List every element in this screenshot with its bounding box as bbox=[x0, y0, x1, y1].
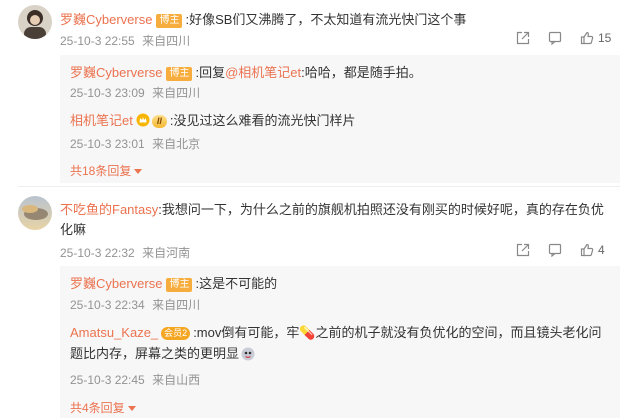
emoji-sticker-icon bbox=[241, 346, 255, 367]
view-more-replies-button[interactable]: 共4条回复 bbox=[70, 399, 136, 416]
more-replies-label: 共18条回复 bbox=[70, 164, 132, 178]
reply-text: :这是不可能的 bbox=[195, 276, 278, 291]
comment-time: 25-10-3 22:55 bbox=[60, 34, 135, 48]
comment-username[interactable]: 不吃鱼的Fantasy bbox=[60, 202, 158, 217]
reply-item: 罗巍Cyberverse 博主:这是不可能的 bbox=[70, 273, 277, 292]
member-badge: 会员2 bbox=[161, 327, 191, 340]
avatar[interactable] bbox=[18, 5, 52, 39]
comment-username[interactable]: 罗巍Cyberverse bbox=[60, 12, 152, 27]
comment-text: :好像SB们又沸腾了，不太知道有流光快门这个事 bbox=[185, 12, 467, 27]
comment-location: 来自四川 bbox=[142, 34, 191, 48]
vip-level-badge: II bbox=[151, 115, 167, 128]
reply-username[interactable]: Amatsu_Kaze_ bbox=[70, 325, 158, 340]
reply-item: 罗巍Cyberverse 博主:回复@相机笔记et:哈哈，都是随手拍。 bbox=[70, 62, 422, 81]
share-icon[interactable] bbox=[516, 243, 530, 257]
reply-location: 来自四川 bbox=[152, 86, 201, 100]
like-icon[interactable] bbox=[580, 243, 594, 257]
more-replies-label: 共4条回复 bbox=[70, 401, 125, 415]
reply-location: 来自北京 bbox=[152, 137, 201, 151]
like-icon[interactable] bbox=[580, 31, 594, 45]
like-count: 15 bbox=[598, 31, 612, 45]
comment-actions: 4 bbox=[516, 243, 605, 257]
comment-location: 来自河南 bbox=[142, 246, 191, 260]
comment-actions: 15 bbox=[516, 31, 611, 45]
caret-down-icon bbox=[127, 401, 136, 415]
share-icon[interactable] bbox=[516, 31, 530, 45]
reply-username[interactable]: 罗巍Cyberverse bbox=[70, 65, 162, 80]
avatar[interactable] bbox=[18, 196, 52, 230]
reply-time: 25-10-3 22:45 bbox=[70, 373, 145, 387]
mention-link[interactable]: @相机笔记et bbox=[225, 65, 301, 80]
author-badge: 博主 bbox=[166, 67, 193, 81]
reply-location: 来自山西 bbox=[152, 373, 201, 387]
vip-crown-icon bbox=[136, 113, 150, 130]
reply-time: 25-10-3 22:34 bbox=[70, 298, 145, 312]
reply-time: 25-10-3 23:01 bbox=[70, 137, 145, 151]
comment-time: 25-10-3 22:32 bbox=[60, 246, 135, 260]
author-badge: 博主 bbox=[156, 14, 183, 28]
reply-text: :没见过这么难看的流光快门样片 bbox=[169, 113, 356, 128]
divider bbox=[18, 186, 620, 187]
view-more-replies-button[interactable]: 共18条回复 bbox=[70, 162, 143, 179]
reply-username[interactable]: 相机笔记et bbox=[70, 113, 133, 128]
reply-username[interactable]: 罗巍Cyberverse bbox=[70, 276, 162, 291]
reply-item: Amatsu_Kaze_ 会员2:mov倒有可能，牢💊之前的机子就没有负优化的空间… bbox=[70, 322, 610, 367]
reply-item: 相机笔记et II:没见过这么难看的流光快门样片 bbox=[70, 110, 355, 130]
author-badge: 博主 bbox=[166, 278, 193, 292]
reply-text: :哈哈，都是随手拍。 bbox=[301, 65, 422, 80]
comment-icon[interactable] bbox=[548, 243, 562, 257]
reply-text-prefix: :回复 bbox=[195, 65, 226, 80]
caret-down-icon bbox=[134, 164, 143, 178]
reply-location: 来自四川 bbox=[152, 298, 201, 312]
like-count: 4 bbox=[598, 243, 605, 257]
reply-time: 25-10-3 23:09 bbox=[70, 86, 145, 100]
comment-icon[interactable] bbox=[548, 31, 562, 45]
